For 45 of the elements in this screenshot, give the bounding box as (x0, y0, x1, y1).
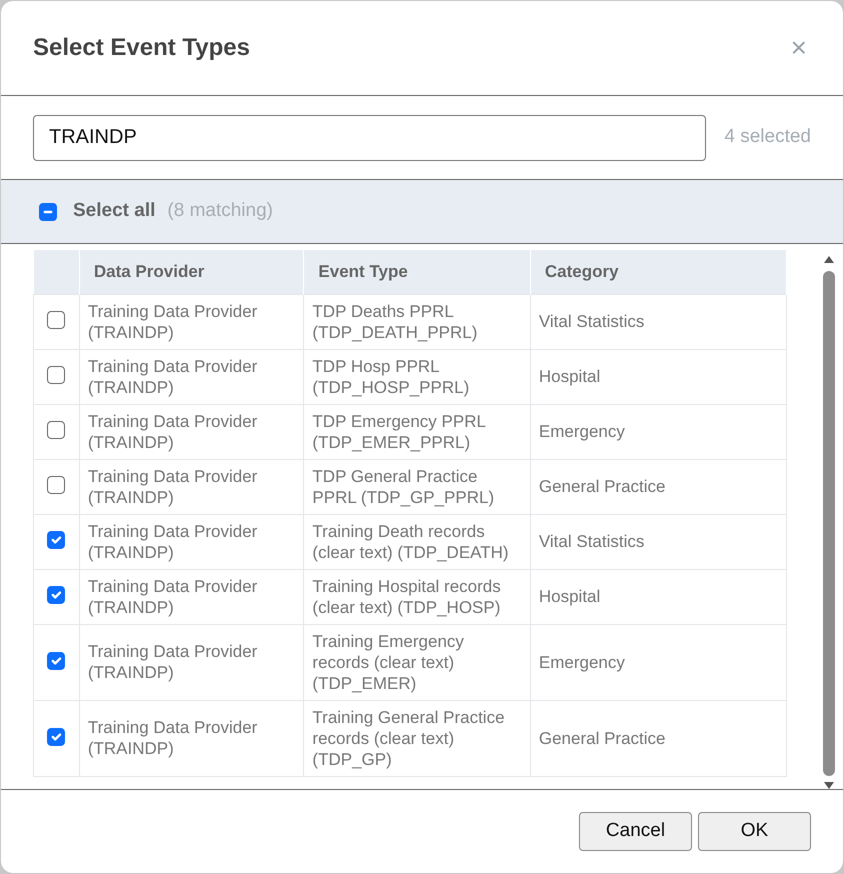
select-all-label: Select all (73, 199, 156, 224)
table-cell: Vital Statistics (530, 514, 787, 569)
table-cell: General Practice (530, 459, 787, 514)
column-header: Category (530, 250, 787, 294)
dialog-button[interactable]: OK (698, 812, 811, 851)
table-cell: Training Hospital records (clear text) (TDP_HOSP) (304, 569, 530, 624)
table-cell: Emergency (530, 624, 787, 700)
row-checkbox[interactable] (47, 652, 66, 670)
table-cell: Training Data Provider (TRAINDP) (79, 569, 304, 624)
scroll-up-icon[interactable] (824, 256, 834, 263)
table-cell: Emergency (530, 404, 787, 459)
table-cell: Vital Statistics (530, 294, 787, 349)
table-cell: Training Data Provider (TRAINDP) (79, 700, 304, 776)
row-checkbox[interactable] (47, 586, 66, 604)
row-checkbox[interactable] (47, 311, 66, 329)
search-field[interactable]: TRAINDP (33, 114, 706, 160)
column-header: Event Type (304, 250, 530, 294)
table-cell: Training Data Provider (TRAINDP) (79, 404, 304, 459)
dialog-title: Select Event Types (33, 34, 250, 62)
dialog-button[interactable]: Cancel (579, 812, 692, 851)
table-cell: Training Data Provider (TRAINDP) (79, 514, 304, 569)
table-cell: TDP General Practice PPRL (TDP_GP_PPRL) (304, 459, 530, 514)
row-checkbox[interactable] (47, 531, 66, 549)
table-cell: Training Data Provider (TRAINDP) (79, 294, 304, 349)
table-cell: Hospital (530, 569, 787, 624)
column-header: Data Provider (79, 250, 304, 294)
row-checkbox[interactable] (47, 728, 66, 746)
table-cell: TDP Deaths PPRL (TDP_DEATH_PPRL) (304, 294, 530, 349)
table-cell: Training Data Provider (TRAINDP) (79, 459, 304, 514)
table-cell: Training General Practice records (clear text) (TDP_GP) (304, 700, 530, 776)
select-all-checkbox[interactable] (39, 202, 57, 220)
table-cell: Training Death records (clear text) (TDP_DEATH) (304, 514, 530, 569)
table-cell: Hospital (530, 349, 787, 404)
table-cell: Training Data Provider (TRAINDP) (79, 624, 304, 700)
table-cell: TDP Hosp PPRL (TDP_HOSP_PPRL) (304, 349, 530, 404)
row-checkbox[interactable] (47, 366, 66, 384)
scroll-down-icon[interactable] (824, 782, 834, 789)
table-cell: General Practice (530, 700, 787, 776)
selected-count: 4 selected (724, 125, 811, 150)
table-cell: Training Data Provider (TRAINDP) (79, 349, 304, 404)
row-checkbox[interactable] (47, 421, 66, 439)
table-cell: Training Emergency records (clear text) (TDP_EMER) (304, 624, 530, 700)
table-cell: TDP Emergency PPRL (TDP_EMER_PPRL) (304, 404, 530, 459)
row-checkbox[interactable] (47, 476, 66, 494)
matching-count: (8 matching) (167, 199, 273, 224)
